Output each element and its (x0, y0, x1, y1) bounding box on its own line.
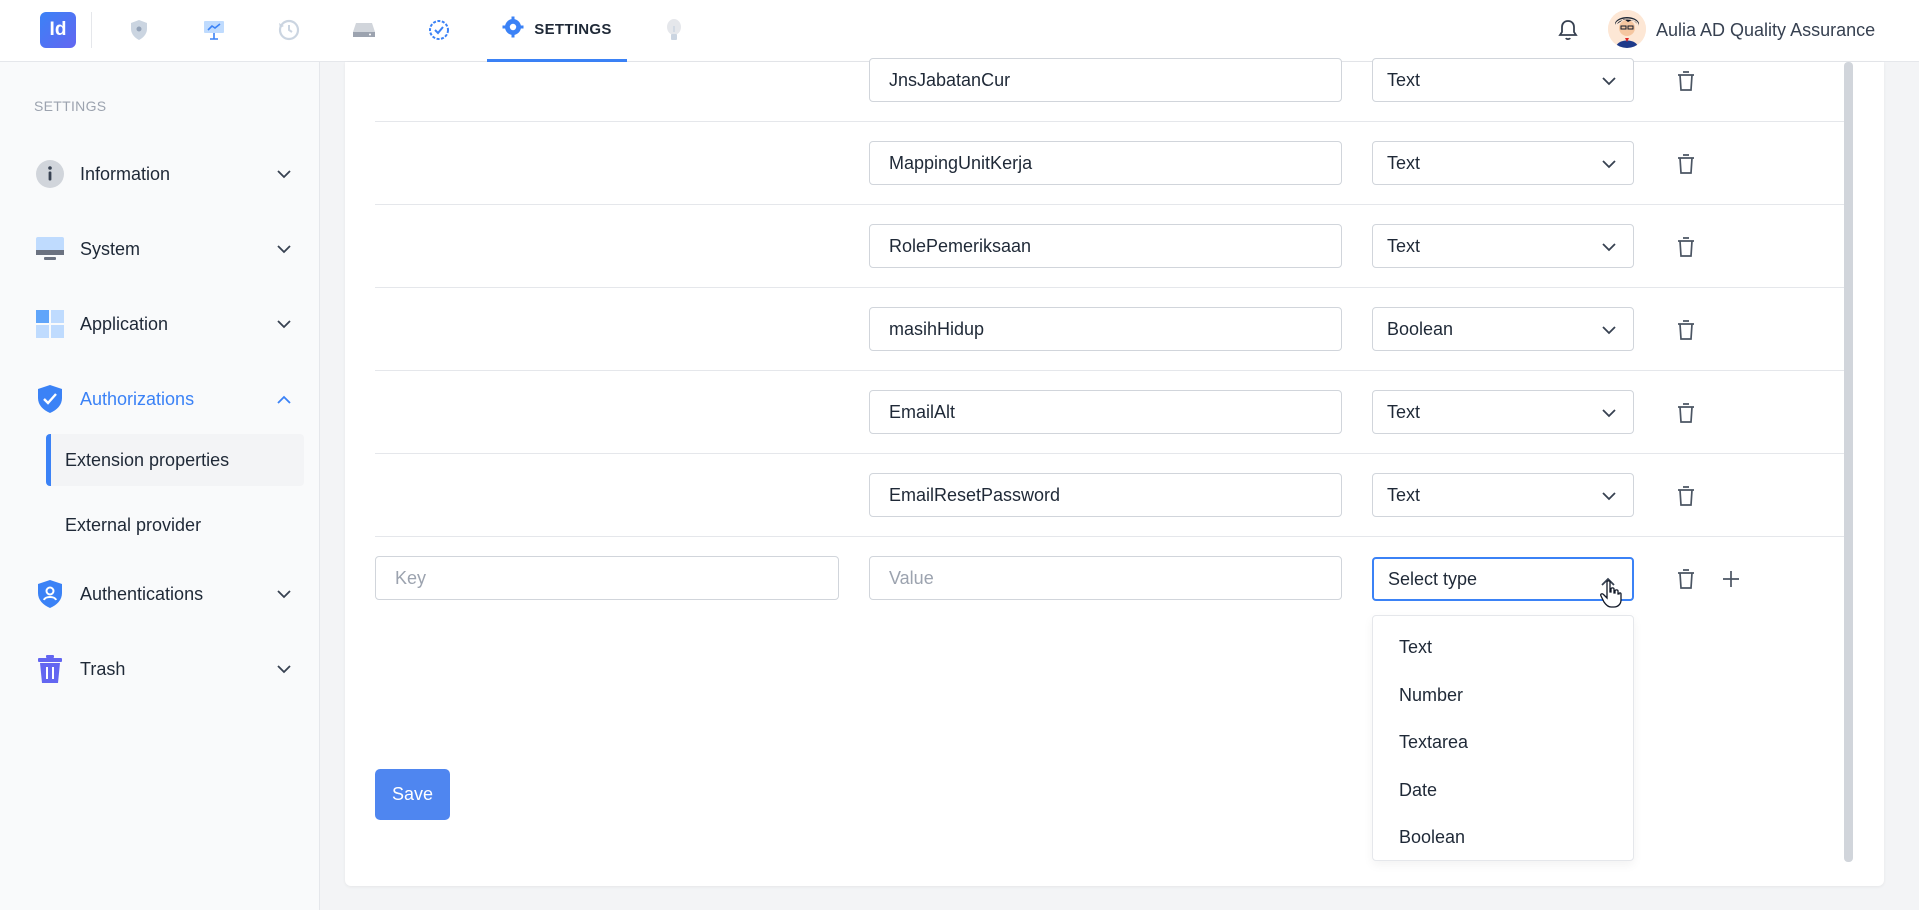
type-option-number[interactable]: Number (1373, 672, 1633, 720)
monitor-icon (34, 233, 66, 265)
chevron-down-icon (274, 314, 294, 334)
delete-row-icon[interactable] (1673, 234, 1699, 260)
type-option-date[interactable]: Date (1373, 767, 1633, 815)
value-input[interactable]: Value (869, 556, 1342, 600)
delete-row-icon[interactable] (1673, 400, 1699, 426)
chevron-down-icon (274, 659, 294, 679)
sidebar-item-authorizations[interactable]: Authorizations (34, 379, 294, 419)
sidebar-subitem-extension-properties[interactable]: Extension properties (46, 434, 304, 486)
delete-row-icon[interactable] (1673, 151, 1699, 177)
type-select[interactable]: Text (1372, 224, 1634, 268)
value-input[interactable]: RolePemeriksaan (869, 224, 1342, 268)
topbar-divider (91, 12, 92, 48)
chevron-down-icon (1599, 237, 1619, 257)
user-name[interactable]: Aulia AD Quality Assurance (1656, 20, 1875, 41)
shield-user-icon (34, 578, 66, 610)
value-input[interactable]: masihHidup (869, 307, 1342, 351)
sidebar-subitem-external-provider[interactable]: External provider (46, 499, 304, 551)
type-select[interactable]: Text (1372, 58, 1634, 102)
nav-shield-icon[interactable] (123, 14, 155, 46)
value-input[interactable]: JnsJabatanCur (869, 58, 1342, 102)
save-button[interactable]: Save (375, 769, 450, 820)
value-input[interactable]: EmailResetPassword (869, 473, 1342, 517)
type-select[interactable]: Text (1372, 141, 1634, 185)
delete-row-icon[interactable] (1673, 483, 1699, 509)
chevron-down-icon (1599, 154, 1619, 174)
sidebar-item-information[interactable]: Information (34, 154, 294, 194)
nav-history-icon[interactable] (273, 14, 305, 46)
value-input[interactable]: EmailAlt (869, 390, 1342, 434)
type-option-textarea[interactable]: Textarea (1373, 719, 1633, 767)
sidebar-item-application[interactable]: Application (34, 304, 294, 344)
sidebar: SETTINGS Information System Application … (0, 62, 320, 910)
chevron-down-icon (274, 164, 294, 184)
delete-row-icon[interactable] (1673, 566, 1699, 592)
chevron-down-icon (1599, 486, 1619, 506)
type-select[interactable]: Boolean (1372, 307, 1634, 351)
shield-check-icon (34, 383, 66, 415)
chevron-down-icon (274, 239, 294, 259)
app-logo[interactable]: Id (40, 12, 76, 48)
sidebar-item-system[interactable]: System (34, 229, 294, 269)
chevron-down-icon (1599, 71, 1619, 91)
apps-grid-icon (34, 308, 66, 340)
trash-icon (34, 653, 66, 685)
chevron-down-icon (1599, 320, 1619, 340)
sidebar-item-trash[interactable]: Trash (34, 649, 294, 689)
hand-cursor-icon (1600, 580, 1622, 608)
type-select[interactable]: Text (1372, 390, 1634, 434)
chevron-down-icon (274, 584, 294, 604)
value-input[interactable]: MappingUnitKerja (869, 141, 1342, 185)
scrollbar[interactable] (1844, 62, 1853, 862)
type-option-boolean[interactable]: Boolean (1373, 814, 1633, 862)
delete-row-icon[interactable] (1673, 68, 1699, 94)
nav-presentation-icon[interactable] (198, 14, 230, 46)
type-select[interactable]: Text (1372, 473, 1634, 517)
chevron-down-icon (1599, 403, 1619, 423)
type-select[interactable]: Select type (1372, 557, 1634, 601)
sidebar-item-authentications[interactable]: Authentications (34, 574, 294, 614)
sidebar-heading: SETTINGS (34, 98, 107, 114)
key-input[interactable]: Key (375, 556, 839, 600)
chevron-up-icon (274, 389, 294, 409)
add-row-icon[interactable] (1718, 566, 1744, 592)
tab-settings-label: SETTINGS (534, 21, 612, 38)
type-dropdown-menu: Text Number Textarea Date Boolean (1372, 615, 1634, 861)
delete-row-icon[interactable] (1673, 317, 1699, 343)
type-option-text[interactable]: Text (1373, 624, 1633, 672)
info-icon (34, 158, 66, 190)
